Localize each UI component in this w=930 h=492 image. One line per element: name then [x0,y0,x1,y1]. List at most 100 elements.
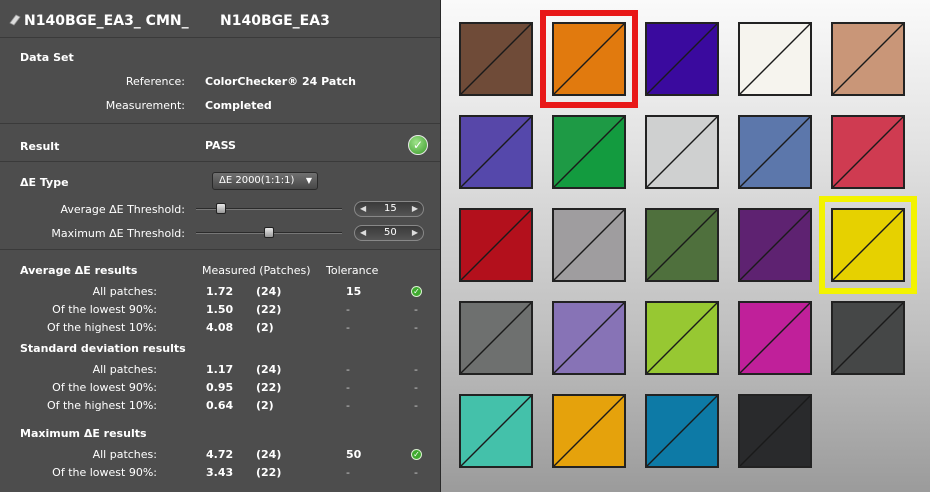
result-row-tolerance: - [346,466,350,479]
color-patch[interactable] [459,208,533,282]
color-patch[interactable] [552,22,626,96]
color-patch[interactable] [645,22,719,96]
color-patch[interactable] [645,394,719,468]
max-results-heading: Maximum ΔE results [20,427,147,440]
result-row-tolerance: 50 [346,448,362,461]
result-row-value: 0.95 [206,381,234,394]
tolerance-column-header: Tolerance [326,264,379,277]
check-icon: ✓ [411,449,422,460]
result-row-label: Of the highest 10%: [46,399,157,412]
color-patch[interactable] [831,301,905,375]
divider [0,123,440,124]
result-row-status: - [414,381,418,394]
result-row-label: Of the highest 10%: [46,321,157,334]
document-icon [8,13,22,31]
avg-threshold-label: Average ΔE Threshold: [60,203,185,216]
max-threshold-value: 50 [384,227,397,238]
delta-e-type-heading: ΔE Type [20,176,69,189]
measured-column-header: Measured (Patches) [202,264,311,277]
color-patch[interactable] [459,394,533,468]
result-row-count: (2) [256,399,274,412]
std-results-heading: Standard deviation results [20,342,186,355]
result-row-tolerance: - [346,381,350,394]
result-row-count: (22) [256,381,282,394]
result-row-value: 4.08 [206,321,234,334]
result-row-status: - [414,321,418,334]
color-patch[interactable] [738,208,812,282]
color-patch[interactable] [552,394,626,468]
result-row-count: (24) [256,285,282,298]
color-patch[interactable] [552,301,626,375]
avg-threshold-stepper[interactable]: ◀ 15 ▶ [354,201,424,217]
max-threshold-slider-thumb[interactable] [264,227,274,238]
max-threshold-stepper[interactable]: ◀ 50 ▶ [354,225,424,241]
color-patch[interactable] [645,301,719,375]
dataset-heading: Data Set [20,51,74,64]
decrement-icon[interactable]: ◀ [360,228,366,237]
result-row-tolerance: 15 [346,285,362,298]
result-value: PASS [205,139,236,152]
color-patch[interactable] [738,22,812,96]
result-row-value: 4.72 [206,448,234,461]
divider [0,37,440,38]
result-row-label: Of the lowest 90%: [52,303,157,316]
color-patch[interactable] [645,115,719,189]
chevron-down-icon: ▼ [305,176,312,185]
delta-e-type-select[interactable]: ΔE 2000(1:1:1) ▼ [212,172,318,190]
check-icon: ✓ [411,286,422,297]
result-row-label: Of the lowest 90%: [52,466,157,479]
increment-icon[interactable]: ▶ [412,204,418,213]
result-row-status: - [414,466,418,479]
color-patch[interactable] [831,22,905,96]
result-row-label: All patches: [92,285,157,298]
result-row-status: - [414,303,418,316]
result-row-count: (24) [256,363,282,376]
avg-results-heading: Average ΔE results [20,264,138,277]
color-patch[interactable] [552,208,626,282]
color-patch[interactable] [738,301,812,375]
result-row-tolerance: - [346,321,350,334]
color-patch[interactable] [831,208,905,282]
result-row-label: Of the lowest 90%: [52,381,157,394]
color-patch[interactable] [738,394,812,468]
reference-label: Reference: [125,75,185,88]
result-row-status: - [414,399,418,412]
measurement-value: Completed [205,99,272,112]
result-row-count: (22) [256,303,282,316]
max-threshold-label: Maximum ΔE Threshold: [51,227,185,240]
color-patch[interactable] [459,301,533,375]
result-row-status: - [414,363,418,376]
measurement-label: Measurement: [105,99,185,112]
color-patch[interactable] [459,115,533,189]
result-row-label: All patches: [92,363,157,376]
result-row-value: 1.72 [206,285,234,298]
results-panel: N140BGE_EA3_ CMN_ N140BGE_EA3 Data Set R… [0,0,440,492]
result-row-value: 3.43 [206,466,234,479]
color-patch[interactable] [552,115,626,189]
avg-threshold-value: 15 [384,203,397,214]
result-row-count: (22) [256,466,282,479]
result-row-tolerance: - [346,303,350,316]
color-patch[interactable] [738,115,812,189]
color-patch[interactable] [831,115,905,189]
result-row-count: (2) [256,321,274,334]
result-row-value: 1.50 [206,303,234,316]
result-row-tolerance: - [346,399,350,412]
result-row-value: 1.17 [206,363,234,376]
color-patch[interactable] [645,208,719,282]
increment-icon[interactable]: ▶ [412,228,418,237]
device-name: N140BGE_EA3 [220,13,330,29]
delta-e-type-value: ΔE 2000(1:1:1) [219,175,295,186]
result-row-label: All patches: [92,448,157,461]
color-patch-grid [440,0,930,492]
color-patch[interactable] [459,22,533,96]
decrement-icon[interactable]: ◀ [360,204,366,213]
result-heading: Result [20,140,60,153]
avg-threshold-slider-thumb[interactable] [215,203,226,214]
result-row-count: (24) [256,448,282,461]
profile-name: N140BGE_EA3_ CMN_ [24,13,189,29]
pass-check-icon: ✓ [408,135,428,155]
reference-value: ColorChecker® 24 Patch [205,75,356,88]
result-row-tolerance: - [346,363,350,376]
result-row-value: 0.64 [206,399,234,412]
